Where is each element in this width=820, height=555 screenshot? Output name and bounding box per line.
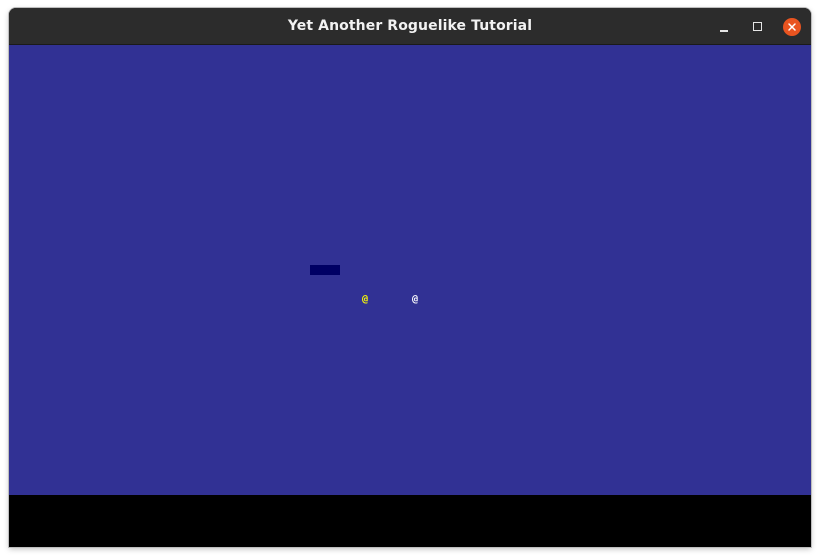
game-map[interactable]: @ @ <box>9 45 811 495</box>
maximize-icon <box>753 22 762 31</box>
window-title: Yet Another Roguelike Tutorial <box>287 18 533 34</box>
maximize-button[interactable] <box>748 17 768 37</box>
wall-tile <box>310 265 340 275</box>
title-bar[interactable]: Yet Another Roguelike Tutorial <box>9 8 811 45</box>
game-window: Yet Another Roguelike Tutorial @ @ <box>9 8 811 547</box>
close-button[interactable] <box>782 17 802 37</box>
npc-glyph: @ <box>361 294 369 305</box>
minimize-button[interactable] <box>714 17 734 37</box>
close-icon <box>783 18 801 36</box>
minimize-icon <box>720 30 728 32</box>
status-area <box>9 495 811 547</box>
player-glyph: @ <box>411 294 419 305</box>
